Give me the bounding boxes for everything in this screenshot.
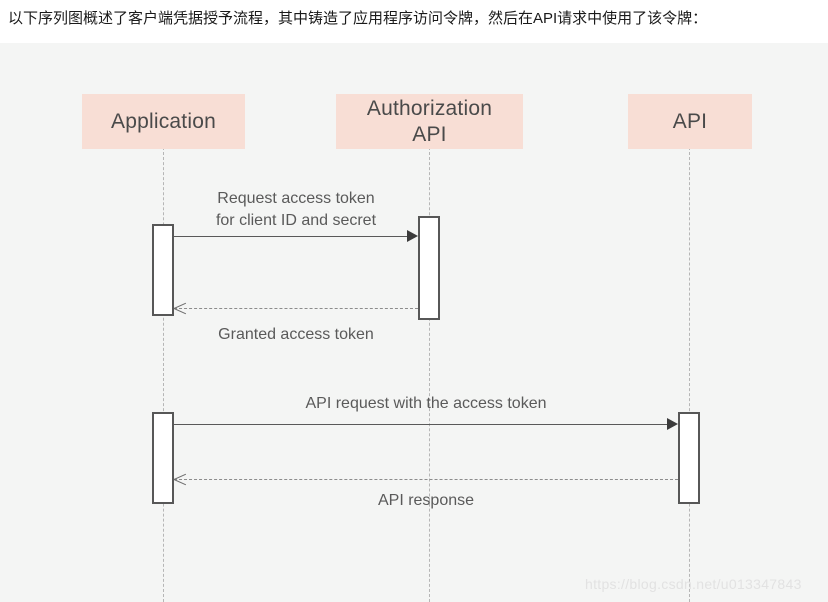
activation-application-1 <box>152 224 174 316</box>
sequence-diagram: Application Authorization API API Reques… <box>0 43 828 602</box>
message-label-api-request: API request with the access token <box>180 393 672 415</box>
message-label-api-response-line1: API response <box>377 492 475 509</box>
arrow-head-icon-api-request <box>667 418 678 430</box>
participant-application-label: Application <box>111 109 216 133</box>
participant-authorization-api-label-line2: API <box>412 122 447 146</box>
message-label-request-access-token: Request access token for client ID and s… <box>180 188 412 232</box>
message-label-api-response: API response <box>180 490 672 512</box>
message-label-request-access-token-line2: for client ID and secret <box>215 212 377 229</box>
participant-application[interactable]: Application <box>82 94 245 149</box>
activation-application-2 <box>152 412 174 504</box>
message-arrow-api-request <box>174 424 668 425</box>
lifeline-application <box>163 147 164 602</box>
page-caption: 以下序列图概述了客户端凭据授予流程，其中铸造了应用程序访问令牌，然后在API请求… <box>8 10 708 27</box>
activation-api-1 <box>678 412 700 504</box>
arrow-head-icon-granted-access-token <box>174 302 186 314</box>
message-label-api-request-line1: API request with the access token <box>305 395 547 412</box>
watermark: https://blog.csdn.net/u013347843 <box>585 576 802 592</box>
message-arrow-api-response <box>174 479 678 480</box>
participant-authorization-api-label-line1: Authorization <box>366 96 493 120</box>
arrow-head-icon-api-response <box>174 473 186 485</box>
message-label-granted-access-token: Granted access token <box>180 324 412 346</box>
lifeline-api <box>689 147 690 602</box>
message-arrow-granted-access-token <box>174 308 418 309</box>
message-label-request-access-token-line1: Request access token <box>217 190 375 207</box>
arrow-head-icon-request-access-token <box>407 230 418 242</box>
message-arrow-request-access-token <box>174 236 408 237</box>
participant-api[interactable]: API <box>628 94 752 149</box>
participant-authorization-api[interactable]: Authorization API <box>336 94 523 149</box>
message-label-granted-access-token-line1: Granted access token <box>218 326 374 343</box>
activation-authorization-api-1 <box>418 216 440 320</box>
participant-api-label: API <box>672 109 708 133</box>
